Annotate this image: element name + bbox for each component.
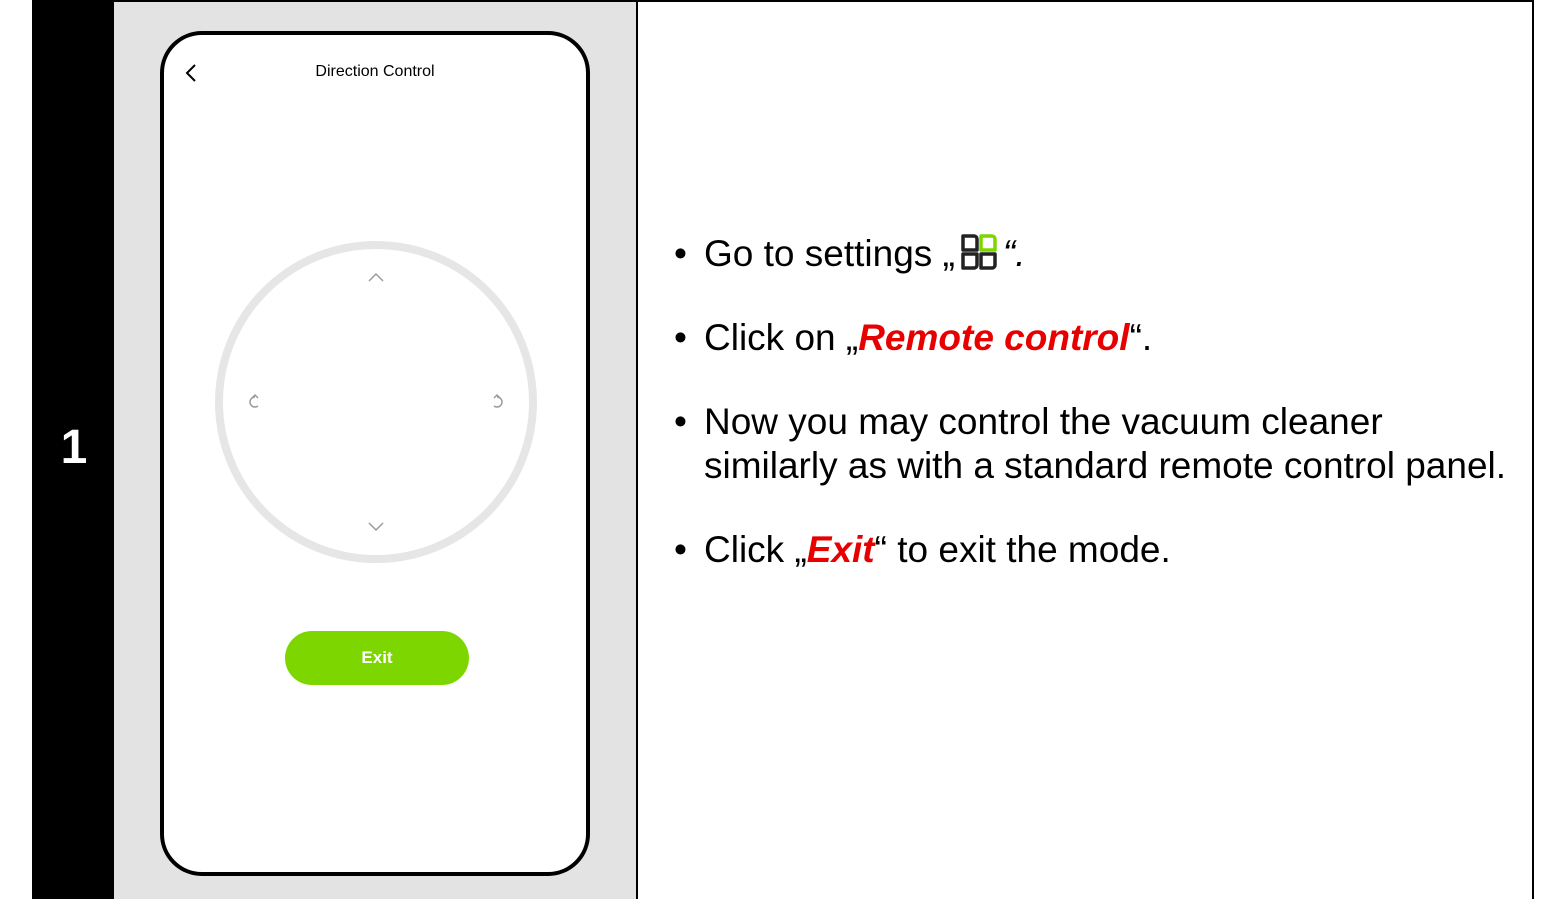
instruction-text: Now you may control the vacuum cleaner s… <box>704 401 1507 486</box>
list-item: • Click on „Remote control“. <box>674 316 1524 360</box>
step-column: 1 <box>34 2 114 899</box>
instruction-text: Click „ <box>704 529 807 570</box>
chevron-down-icon[interactable] <box>368 522 384 532</box>
bullet: • <box>674 401 687 442</box>
settings-grid-icon <box>961 234 997 270</box>
instruction-text-end: “. <box>1129 317 1153 358</box>
list-item: • Click „Exit“ to exit the mode. <box>674 528 1524 572</box>
bullet: • <box>674 317 687 358</box>
list-item: • Now you may control the vacuum cleaner… <box>674 400 1524 488</box>
phone-screen: Direction Control Exit <box>160 31 590 876</box>
bullet: • <box>674 233 687 274</box>
rotate-right-icon[interactable] <box>493 393 503 408</box>
bullet: • <box>674 529 687 570</box>
instruction-list: • Go to settings „ “. • Click on „Remote… <box>674 232 1524 572</box>
direction-dial <box>215 241 537 563</box>
instruction-text: Click on „ <box>704 317 859 358</box>
instruction-text: Go to settings „ <box>704 233 955 274</box>
exit-button[interactable]: Exit <box>285 631 469 685</box>
rotate-left-icon[interactable] <box>249 393 259 408</box>
screen-title: Direction Control <box>315 63 435 80</box>
instruction-text-end: “ to exit the mode. <box>874 529 1171 570</box>
remote-control-highlight: Remote control <box>858 317 1130 358</box>
exit-highlight: Exit <box>806 529 875 570</box>
instruction-text-end: “. <box>1002 233 1026 274</box>
chevron-up-icon[interactable] <box>368 272 384 282</box>
list-item: • Go to settings „ “. <box>674 232 1524 276</box>
step-number: 1 <box>60 421 88 474</box>
